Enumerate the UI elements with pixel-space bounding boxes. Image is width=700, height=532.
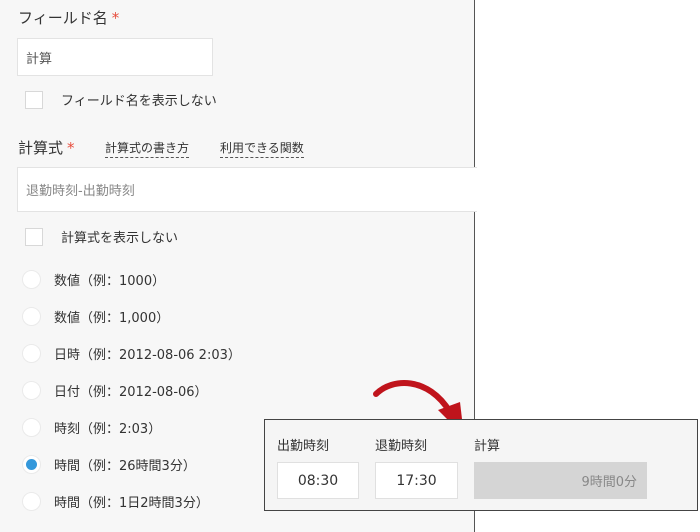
format-radio[interactable] xyxy=(22,270,41,289)
format-option[interactable]: 時間（例：26時間3分） xyxy=(22,455,196,474)
format-radio-selected[interactable] xyxy=(22,455,41,474)
hide-formula-checkbox[interactable] xyxy=(25,227,43,246)
format-radio[interactable] xyxy=(22,344,41,363)
field-name-label: フィールド名 * xyxy=(18,7,119,28)
result-field: 9時間0分 xyxy=(474,462,647,499)
format-option[interactable]: 数値（例：1000） xyxy=(22,270,165,289)
field-name-input-value: 計算 xyxy=(26,51,53,67)
formula-input[interactable]: 退勤時刻-出勤時刻 xyxy=(17,167,477,212)
format-option-label: 時刻（例：2:03） xyxy=(54,422,162,437)
hide-formula-checkbox-row[interactable]: 計算式を表示しない xyxy=(25,227,178,246)
field-name-label-text: フィールド名 xyxy=(18,9,108,27)
required-mark: * xyxy=(67,139,75,157)
format-option[interactable]: 時間（例：1日2時間3分） xyxy=(22,492,209,511)
end-time-label: 退勤時刻 xyxy=(375,439,428,454)
end-time-value: 17:30 xyxy=(396,472,437,489)
required-mark: * xyxy=(111,9,120,27)
format-option-label: 日付（例：2012-08-06） xyxy=(54,385,208,400)
hide-field-name-checkbox-row[interactable]: フィールド名を表示しない xyxy=(25,90,217,109)
formula-help-link[interactable]: 計算式の書き方 xyxy=(105,139,190,158)
format-option-label: 日時（例：2012-08-06 2:03） xyxy=(54,348,241,363)
result-value: 9時間0分 xyxy=(581,475,637,490)
format-option-label: 数値（例：1000） xyxy=(54,274,166,289)
format-option-label: 数値（例：1,000） xyxy=(54,311,170,326)
format-radio[interactable] xyxy=(22,492,41,511)
format-radio[interactable] xyxy=(22,307,41,326)
end-time-input[interactable]: 17:30 xyxy=(375,462,458,499)
format-radio[interactable] xyxy=(22,381,41,400)
format-option[interactable]: 時刻（例：2:03） xyxy=(22,418,161,437)
hide-formula-label: 計算式を表示しない xyxy=(61,231,179,246)
format-radio[interactable] xyxy=(22,418,41,437)
start-time-input[interactable]: 08:30 xyxy=(277,462,359,499)
format-option[interactable]: 日付（例：2012-08-06） xyxy=(22,381,208,400)
functions-link[interactable]: 利用できる関数 xyxy=(220,139,304,158)
hide-field-name-checkbox[interactable] xyxy=(25,90,43,109)
format-option[interactable]: 数値（例：1,000） xyxy=(22,307,169,326)
preview-panel: 出勤時刻 08:30 退勤時刻 17:30 計算 9時間0分 xyxy=(264,419,698,511)
result-label: 計算 xyxy=(474,439,501,454)
formula-label: 計算式 * xyxy=(18,137,75,158)
format-option[interactable]: 日時（例：2012-08-06 2:03） xyxy=(22,344,241,363)
format-option-label: 時間（例：26時間3分） xyxy=(54,459,196,474)
formula-input-value: 退勤時刻-出勤時刻 xyxy=(26,184,135,199)
field-name-input[interactable]: 計算 xyxy=(17,38,213,76)
hide-field-name-label: フィールド名を表示しない xyxy=(61,94,217,109)
formula-label-text: 計算式 xyxy=(18,139,64,157)
start-time-label: 出勤時刻 xyxy=(277,439,330,454)
format-option-label: 時間（例：1日2時間3分） xyxy=(54,496,209,511)
start-time-value: 08:30 xyxy=(297,472,339,489)
